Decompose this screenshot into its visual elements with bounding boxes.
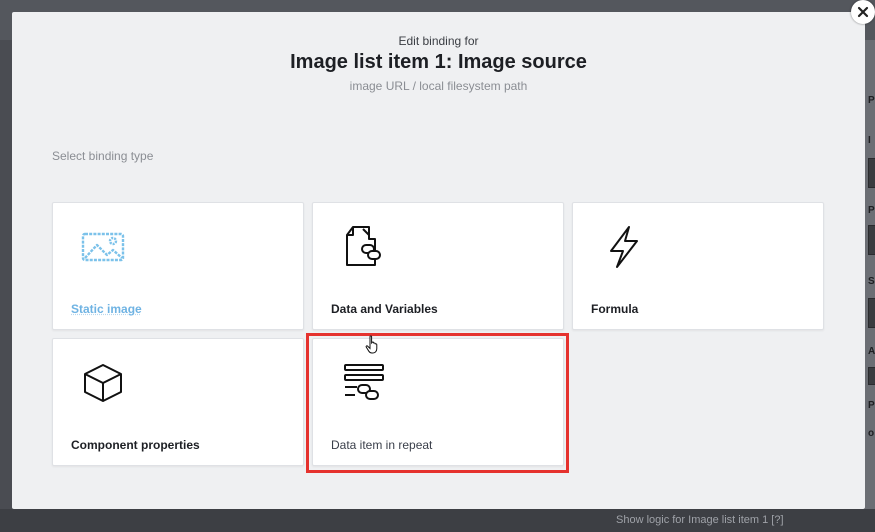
document-link-icon bbox=[346, 226, 381, 266]
option-label: Static image bbox=[71, 302, 142, 316]
option-label: Data item in repeat bbox=[331, 438, 433, 452]
cube-icon bbox=[84, 364, 122, 402]
show-logic-text: Show logic for Image list item 1 [?] bbox=[616, 514, 784, 526]
section-label: Select binding type bbox=[52, 149, 154, 163]
option-label: Formula bbox=[591, 302, 639, 316]
edit-binding-dialog: Edit binding for Image list item 1: Imag… bbox=[12, 12, 865, 509]
dialog-title: Image list item 1: Image source bbox=[290, 51, 587, 73]
binding-option-data-item-in-repeat[interactable]: Data item in repeat bbox=[312, 338, 564, 466]
background-properties-panel: P I P S A P o bbox=[865, 40, 875, 532]
lightning-icon bbox=[610, 226, 638, 268]
option-label: Data and Variables bbox=[331, 302, 438, 316]
binding-option-component-properties[interactable]: Component properties bbox=[52, 338, 304, 466]
hand-cursor-icon bbox=[365, 335, 378, 354]
image-icon bbox=[81, 232, 125, 262]
option-label: Component properties bbox=[71, 438, 200, 452]
dialog-hint: image URL / local filesystem path bbox=[349, 79, 528, 93]
close-button[interactable] bbox=[851, 0, 875, 24]
background-status-bar: Show logic for Image list item 1 [?] bbox=[0, 509, 875, 532]
binding-option-static-image[interactable]: Static image bbox=[52, 202, 304, 330]
binding-option-formula[interactable]: Formula bbox=[572, 202, 824, 330]
binding-option-data-and-variables[interactable]: Data and Variables bbox=[312, 202, 564, 330]
list-link-icon bbox=[344, 364, 384, 400]
close-icon bbox=[857, 6, 869, 18]
dialog-subtitle: Edit binding for bbox=[398, 34, 479, 48]
